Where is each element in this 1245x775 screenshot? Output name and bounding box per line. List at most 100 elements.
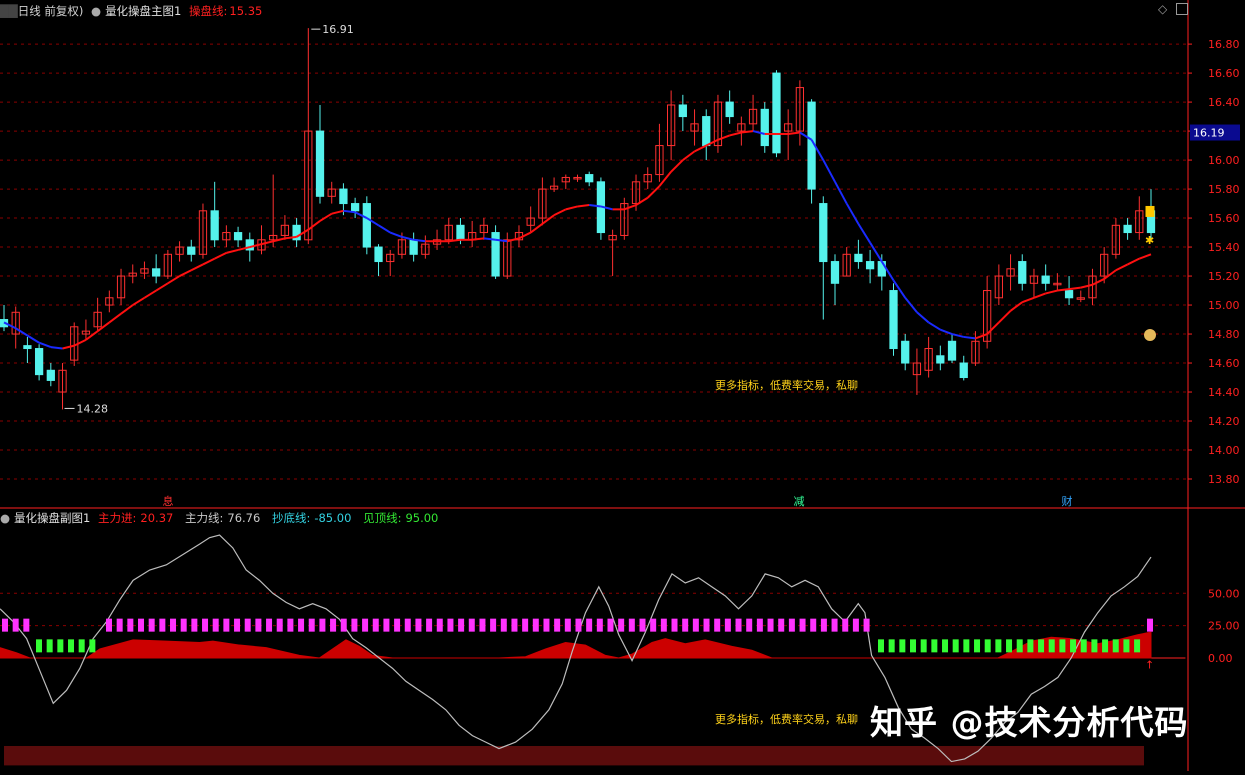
signal-bar xyxy=(1134,639,1141,653)
candle xyxy=(936,355,945,364)
candle xyxy=(350,203,360,212)
signal-bar xyxy=(1080,639,1087,653)
candle xyxy=(210,210,219,241)
ma-segment xyxy=(647,185,661,199)
signal-bar xyxy=(735,618,742,632)
butterfly-icon: ✱ xyxy=(1145,234,1154,247)
signal-bar xyxy=(682,618,689,632)
indicator-toggle-icon[interactable]: ● xyxy=(91,4,101,18)
signal-bar xyxy=(852,618,859,632)
signal-bar xyxy=(426,618,433,632)
y-tick-label: 15.60 xyxy=(1208,212,1240,225)
sub-item-value: 20.37 xyxy=(140,511,174,525)
signal-bar xyxy=(703,618,710,632)
signal-bar xyxy=(500,618,507,632)
y-tick-label: 0.00 xyxy=(1208,652,1233,665)
sub-item-value: 95.00 xyxy=(405,511,439,525)
sub-item-bottom-line: 抄底线: -85.00 xyxy=(272,511,355,525)
y-tick-label: 16.00 xyxy=(1208,154,1240,167)
maximize-icon[interactable] xyxy=(1176,3,1188,15)
candle xyxy=(901,340,910,364)
signal-bar xyxy=(995,639,1002,653)
ma-segment xyxy=(845,203,860,225)
signal-bar xyxy=(170,618,177,632)
sub-chart-header: ● 量化操盘副图1 主力进: 20.37 主力线: 76.76 抄底线: -85.00 … xyxy=(0,509,446,527)
y-tick-label: 15.80 xyxy=(1208,183,1240,196)
ad-text-sub: 更多指标，低费率交易，私聊 xyxy=(715,712,858,726)
signal-bar xyxy=(1091,639,1098,653)
candle xyxy=(678,104,687,118)
signal-bar xyxy=(618,618,625,632)
period-label: 日线 前复权) xyxy=(17,4,84,18)
sub-item-value: -85.00 xyxy=(314,511,352,525)
signal-bar xyxy=(89,639,96,653)
signal-bar xyxy=(888,639,895,653)
signal-bar xyxy=(952,639,959,653)
sub-indicator-name[interactable]: 量化操盘副图1 xyxy=(14,511,90,525)
ma-segment xyxy=(378,224,391,234)
signal-bar xyxy=(799,618,806,632)
candle xyxy=(877,261,886,277)
chart-svg: ↑ 13.80 14.00 14.20 14.40 14.60 14.80 15.00 15.… xyxy=(0,0,1245,771)
ma-segment xyxy=(319,212,333,222)
candle xyxy=(409,239,418,255)
ma-segment xyxy=(331,209,344,215)
diamond-icon[interactable]: ◇ xyxy=(1158,2,1167,16)
sub-item-main-enter: 主力进: 20.37 xyxy=(98,511,177,525)
signal-bar xyxy=(234,618,241,632)
signal-bar xyxy=(984,639,991,653)
ma-segment xyxy=(518,231,532,240)
signal-bar xyxy=(23,618,30,632)
signal-bar xyxy=(564,618,571,632)
candle xyxy=(1123,224,1132,234)
signal-bar xyxy=(1147,618,1153,632)
signal-bar xyxy=(394,618,401,632)
candle xyxy=(830,261,840,284)
ma-segment xyxy=(38,341,52,349)
candle xyxy=(46,369,55,381)
signal-bar xyxy=(148,618,155,632)
ma-segment xyxy=(1080,283,1093,289)
ma-segment xyxy=(541,214,555,225)
signal-bar xyxy=(650,618,657,632)
signal-bar xyxy=(586,618,593,632)
signal-bar xyxy=(340,618,347,632)
candle xyxy=(187,246,196,255)
signal-bar xyxy=(842,618,849,632)
ma-segment xyxy=(788,131,801,135)
candle xyxy=(947,340,957,361)
signal-bar xyxy=(36,639,42,653)
y-tick-label: 16.60 xyxy=(1208,67,1240,80)
sub-toggle-icon[interactable]: ● xyxy=(0,511,10,525)
candle xyxy=(152,268,161,277)
ma-segment xyxy=(143,289,157,299)
ma-segment xyxy=(682,150,696,161)
signal-bar xyxy=(298,618,305,632)
signal-bar xyxy=(266,618,273,632)
ma-segment xyxy=(1127,257,1140,266)
signal-bar xyxy=(910,639,917,653)
high-label: 16.91 xyxy=(322,23,354,36)
signal-bar xyxy=(920,639,927,653)
signal-bar xyxy=(554,618,561,632)
y-tick-label: 14.40 xyxy=(1208,386,1240,399)
candle xyxy=(233,232,243,241)
ma-segment xyxy=(226,248,239,254)
signal-bar xyxy=(878,639,884,653)
chart-window: ↑ 13.80 14.00 14.20 14.40 14.60 14.80 15.00 15.… xyxy=(0,0,1245,771)
ma-segment xyxy=(717,134,731,141)
ma-segment xyxy=(132,296,145,306)
ma-segment xyxy=(1033,292,1047,299)
signal-bar xyxy=(724,618,731,632)
ma-segment xyxy=(190,263,204,272)
signal-bar xyxy=(78,639,85,653)
signal-bar xyxy=(639,618,646,632)
ma-segment xyxy=(261,240,274,246)
main-indicator-name[interactable]: 量化操盘主图1 xyxy=(105,4,181,18)
ma-segment xyxy=(202,257,216,266)
signal-bar xyxy=(692,618,699,632)
ad-text: 更多指标，低费率交易，私聊 xyxy=(715,378,858,392)
signal-bar xyxy=(447,618,454,632)
ma-segment xyxy=(50,346,63,350)
sub-item-label: 见顶线: xyxy=(363,511,402,525)
